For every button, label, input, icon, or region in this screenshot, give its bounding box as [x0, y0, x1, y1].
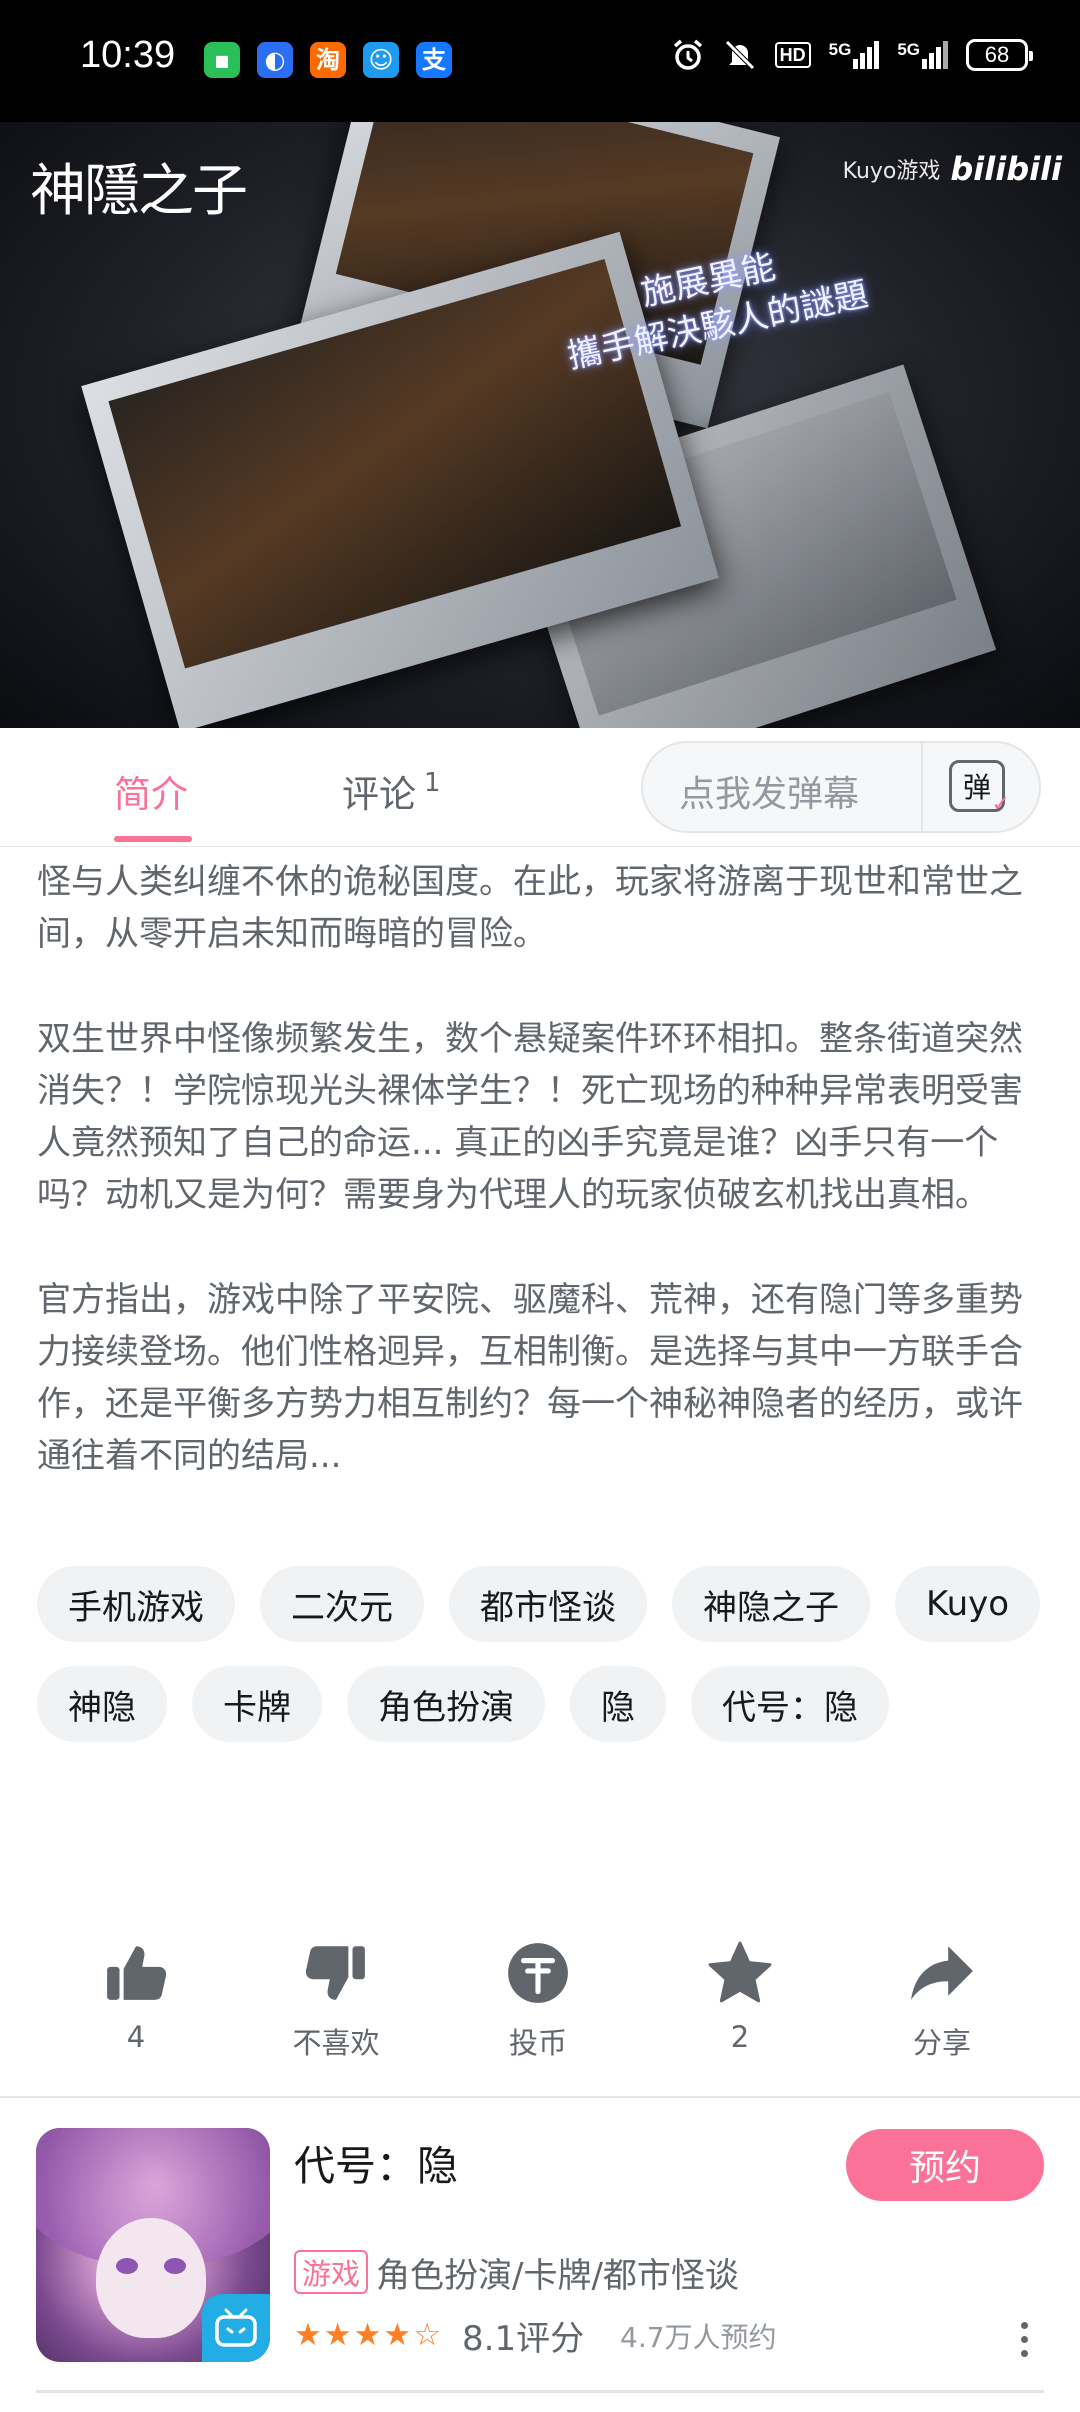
star-filled-icon: ★: [323, 2317, 352, 2353]
dislike-button[interactable]: 不喜欢: [256, 1940, 416, 2062]
star-rating: ★ ★ ★ ★ ☆: [294, 2320, 441, 2351]
danmaku-input[interactable]: 点我发弹幕: [679, 765, 859, 817]
alipay-app-icon: 支: [416, 42, 452, 78]
status-time: 10:39: [80, 34, 176, 76]
description-paragraph: 怪与人类纠缠不休的诡秘国度。在此，玩家将游离于现世和常世之间，从零开启未知而晦暗…: [37, 862, 1023, 954]
game-card[interactable]: 代号：隐 预约 游戏 角色扮演/卡牌/都市怪谈 ★ ★ ★ ★ ☆ 8.1评分 4.7万…: [0, 2098, 1080, 2412]
tab-comments[interactable]: 评论 1: [342, 764, 441, 818]
tag-chip[interactable]: 神隐之子: [672, 1566, 870, 1642]
section-divider: [36, 2390, 1044, 2393]
tag-list: 手机游戏 二次元 都市怪谈 神隐之子 Kuyo 神隐 卡牌 角色扮演隐代号：隐: [37, 1566, 1047, 1742]
signal-5g-icon: 5G: [829, 41, 880, 69]
share-arrow-icon: [911, 1946, 973, 2000]
favorite-button[interactable]: 2: [660, 1940, 820, 2054]
reserve-button[interactable]: 预约: [846, 2129, 1044, 2201]
video-watermark: Kuyo游戏 bilibili: [842, 150, 1062, 188]
star-filled-icon: ★: [294, 2317, 322, 2353]
game-cover-image: [36, 2128, 270, 2362]
battery-icon: 68: [966, 39, 1033, 71]
taobao-app-icon: 淘: [310, 42, 346, 78]
qq-app-icon: ☺: [363, 42, 399, 78]
video-player[interactable]: 神隱之子 Kuyo游戏 bilibili 施展異能 攜手解決駭人的謎題: [0, 122, 1080, 728]
like-button[interactable]: 4: [56, 1940, 216, 2054]
status-bar: 10:39 ▪ ◐ 淘 ☺ 支 HD 5G 5G 68: [0, 0, 1080, 122]
share-button[interactable]: 分享: [862, 1940, 1022, 2062]
tag-chip[interactable]: 二次元: [260, 1566, 424, 1642]
danmaku-divider: [921, 743, 923, 831]
notification-app-icons: ▪ ◐ 淘 ☺ 支: [204, 42, 452, 78]
mute-icon: [724, 40, 755, 70]
checkmark-icon: ✓: [991, 792, 1010, 817]
bilibili-tv-icon: [202, 2294, 270, 2362]
game-title: 代号：隐: [294, 2142, 458, 2190]
game-logo: 神隱之子: [30, 159, 248, 224]
description-paragraph: 双生世界中怪像频繁发生，数个悬疑案件环环相扣。整条街道突然消失？！学院惊现光头裸…: [37, 1019, 1023, 1215]
tag-chip[interactable]: 卡牌: [192, 1666, 322, 1742]
coin-icon: [508, 1943, 568, 2003]
coin-button[interactable]: 投币: [458, 1940, 618, 2062]
video-description: 怪与人类纠缠不休的诡秘国度。在此，玩家将游离于现世和常世之间，从零开启未知而晦暗…: [37, 856, 1047, 1535]
hd-voice-icon: HD: [774, 42, 811, 68]
star-empty-icon: ☆: [413, 2317, 441, 2353]
star-icon: [708, 1941, 772, 2003]
tab-active-indicator: [114, 836, 192, 842]
danmaku-entry: 点我发弹幕 弹 ✓: [641, 741, 1041, 833]
star-filled-icon: ★: [383, 2317, 412, 2353]
description-paragraph: 官方指出，游戏中除了平安院、驱魔科、荒神，还有隐门等多重势力接续登场。他们性格迥…: [37, 1280, 1023, 1476]
tag-chip[interactable]: 角色扮演: [347, 1666, 545, 1742]
signal-5g-secondary-icon: 5G: [897, 41, 948, 69]
star-filled-icon: ★: [353, 2317, 382, 2353]
comment-count: 1: [424, 768, 441, 798]
tag-chip[interactable]: 代号：隐: [691, 1666, 889, 1742]
tab-intro[interactable]: 简介: [114, 764, 188, 818]
danmaku-toggle-button[interactable]: 弹 ✓: [949, 760, 1010, 817]
action-bar: 4 不喜欢 投币 2 分享: [0, 1940, 1080, 2068]
game-rating: 8.1评分: [462, 2319, 585, 2359]
tag-chip[interactable]: 手机游戏: [37, 1566, 235, 1642]
tab-bar: 简介 评论 1 点我发弹幕 弹 ✓: [0, 728, 1080, 847]
tag-chip[interactable]: 神隐: [37, 1666, 167, 1742]
thumbs-up-icon: [107, 1946, 167, 2000]
game-genres: 角色扮演/卡牌/都市怪谈: [376, 2256, 739, 2296]
messages-app-icon: ▪: [204, 42, 240, 78]
tag-chip[interactable]: 隐: [570, 1666, 666, 1742]
tag-chip[interactable]: 都市怪谈: [449, 1566, 647, 1642]
thumbs-down-icon: [305, 1946, 365, 2000]
alarm-icon: [673, 39, 702, 70]
tag-chip[interactable]: Kuyo: [895, 1566, 1041, 1642]
status-indicators: HD 5G 5G 68: [671, 38, 1033, 72]
browser-app-icon: ◐: [257, 42, 293, 78]
reservation-count: 4.7万人预约: [620, 2321, 777, 2354]
more-options-icon[interactable]: [1020, 2322, 1030, 2364]
game-category-badge: 游戏: [294, 2250, 369, 2294]
